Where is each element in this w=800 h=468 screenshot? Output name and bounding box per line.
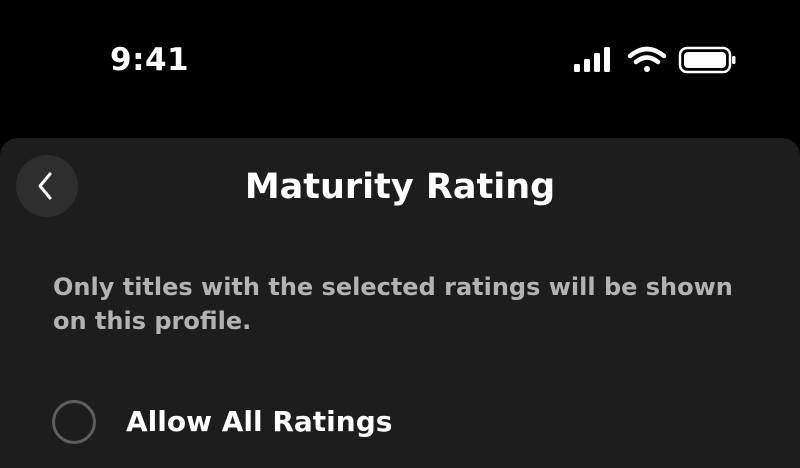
status-bar: 9:41: [0, 0, 800, 120]
status-time: 9:41: [110, 42, 190, 78]
cellular-signal-icon: [574, 47, 610, 72]
option-label: Allow All Ratings: [126, 405, 393, 438]
description-text: Only titles with the selected ratings wi…: [53, 273, 733, 335]
maturity-rating-sheet: Maturity Rating Only titles with the sel…: [0, 138, 800, 468]
wifi-icon: [627, 46, 667, 72]
status-icons: [574, 46, 739, 76]
option-allow-all-ratings[interactable]: Allow All Ratings: [52, 398, 752, 450]
radio-button[interactable]: [52, 400, 96, 444]
battery-icon: [678, 46, 736, 74]
page-title: Maturity Rating: [244, 167, 556, 207]
